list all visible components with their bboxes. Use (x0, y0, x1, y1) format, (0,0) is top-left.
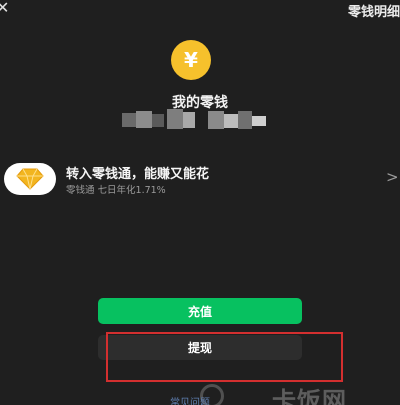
watermark-text: 卡饭网 (272, 387, 347, 405)
yen-coin-icon: ¥ (171, 40, 211, 80)
close-icon[interactable]: ✕ (0, 0, 9, 17)
balance-amount-blurred (122, 108, 272, 134)
promo-title: 转入零钱通，能赚又能花 (66, 167, 210, 182)
recharge-button[interactable]: 充值 (98, 298, 302, 324)
withdraw-button[interactable]: 提现 (98, 335, 302, 360)
top-bar: ✕ 零钱明细 (0, 0, 400, 22)
coin-symbol: ¥ (184, 48, 198, 72)
faq-link[interactable]: 常见问题 (170, 394, 210, 405)
balance-detail-link[interactable]: 零钱明细 (348, 1, 400, 20)
diamond-icon (4, 163, 56, 195)
promo-subtitle: 零钱通 七日年化1.71% (66, 185, 166, 196)
lingqiantong-promo-row[interactable]: 转入零钱通，能赚又能花 零钱通 七日年化1.71% > (0, 160, 400, 198)
chevron-right-icon: > (386, 168, 399, 186)
